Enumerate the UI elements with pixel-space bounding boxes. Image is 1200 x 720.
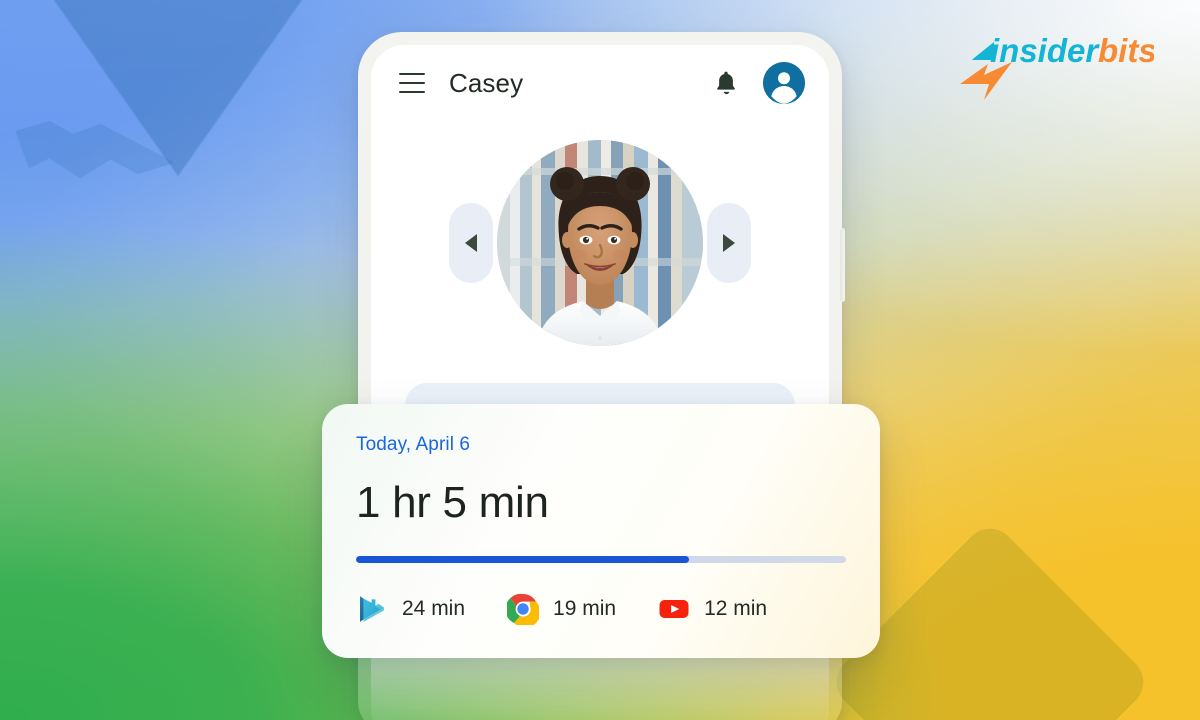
summary-date-label: Today, April 6 [356,434,471,455]
chevron-right-icon[interactable] [707,203,751,283]
google-chrome-icon [507,593,540,625]
child-carousel [371,121,829,365]
prev-arrow-glyph [465,234,477,252]
youtube-icon [658,593,690,625]
total-screen-time: 1 hr 5 min [356,478,549,527]
app-usage-item-youtube[interactable]: 12 min [658,593,767,625]
screen-time-summary-card: Today, April 6 1 hr 5 min 24 min 19 min … [322,404,880,658]
app-usage-item-chrome[interactable]: 19 min [507,593,616,625]
app-usage-time: 19 min [553,597,617,620]
progress-fill [356,556,690,563]
insiderbits-logo: insider bits [954,26,1154,102]
app-usage-item-play-store[interactable]: 24 min [356,593,465,625]
app-bar: Casey [371,45,829,121]
screenshot-stage: insider bits Casey Today, April 6 1 hr 5… [0,0,1200,720]
app-usage-time: 12 min [704,597,768,620]
screen-time-progress-bar [356,556,846,563]
page-title: Casey [449,67,524,98]
bell-icon[interactable] [713,69,739,97]
hamburger-menu-icon[interactable] [399,73,425,93]
logo-text-insider: insider [990,32,1100,69]
app-usage-list: 24 min 19 min 12 min [356,593,846,625]
app-usage-time: 24 min [402,597,466,620]
account-avatar-icon[interactable] [763,62,805,104]
google-play-store-icon [356,593,388,625]
phone-side-button[interactable] [840,228,845,302]
child-photo[interactable] [497,140,703,346]
chevron-left-icon[interactable] [449,203,493,283]
logo-text-bits: bits [1098,32,1154,69]
next-arrow-glyph [723,234,735,252]
